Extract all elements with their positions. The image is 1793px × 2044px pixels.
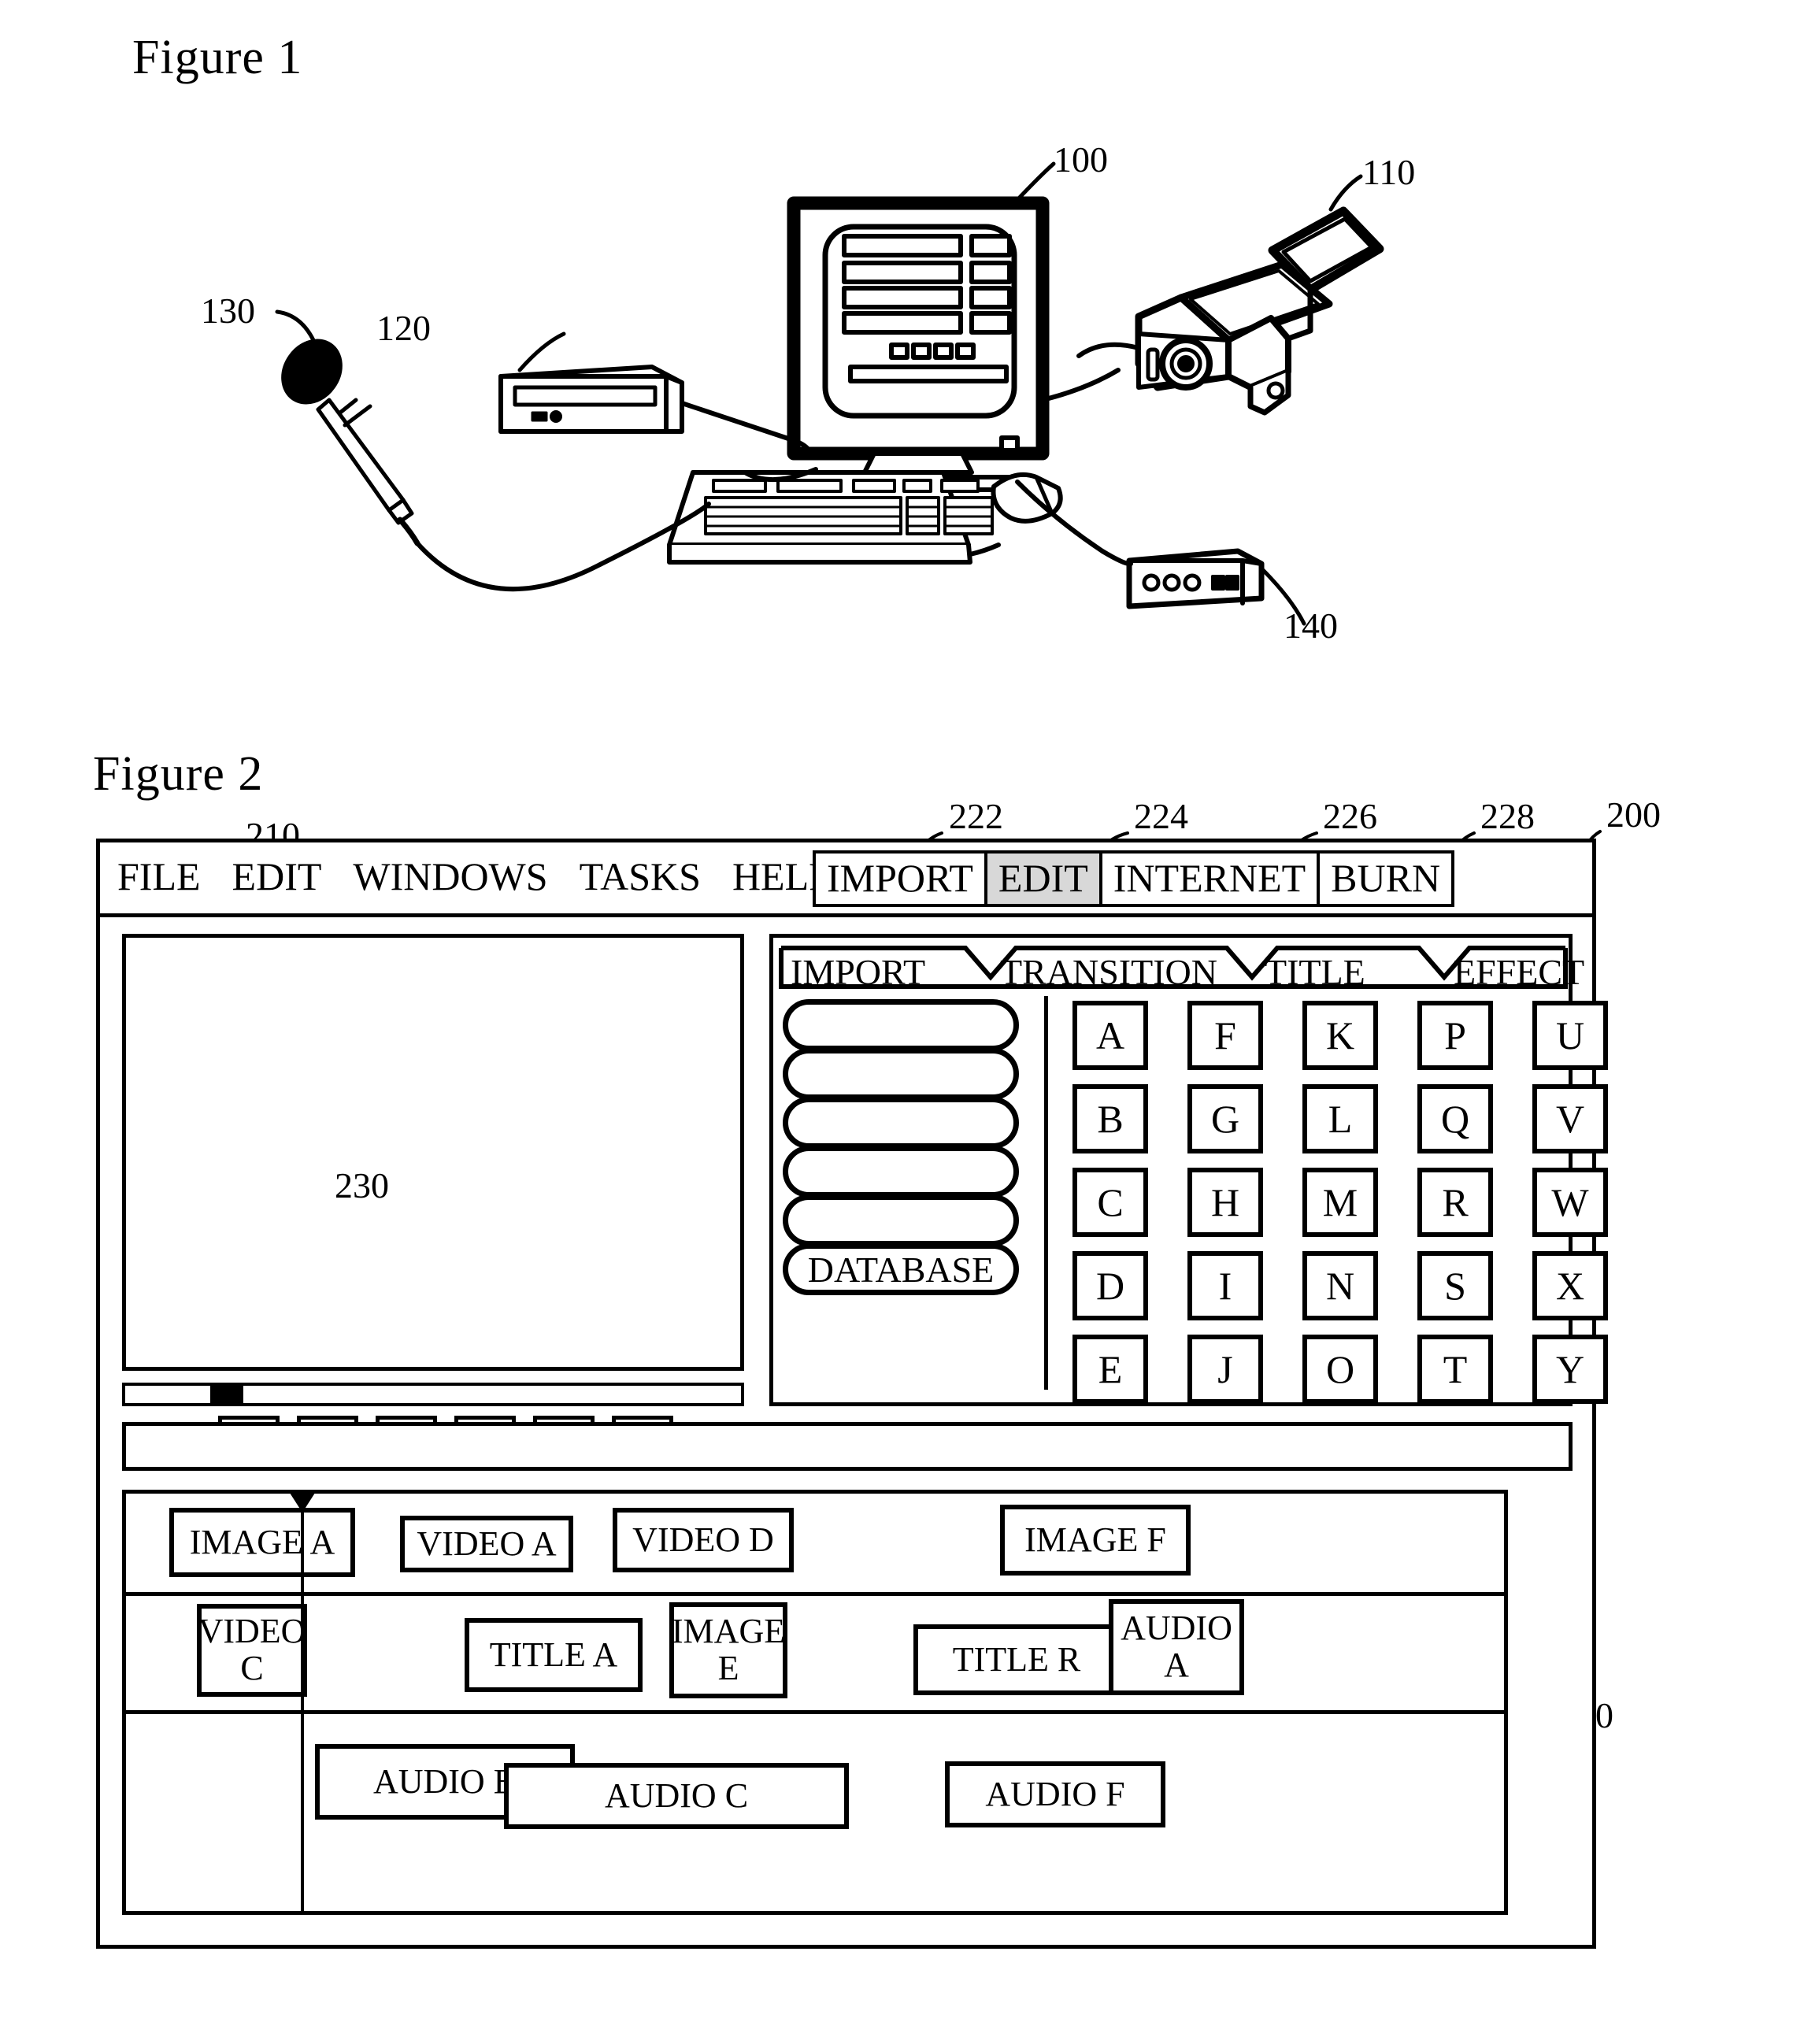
database-item-1[interactable] bbox=[783, 999, 1019, 1051]
database-item-4[interactable] bbox=[783, 1146, 1019, 1198]
grid-cell-o[interactable]: O bbox=[1302, 1335, 1378, 1404]
database-item-5[interactable] bbox=[783, 1194, 1019, 1246]
grid-cell-t[interactable]: T bbox=[1417, 1335, 1493, 1404]
grid-cell-w[interactable]: W bbox=[1532, 1168, 1608, 1237]
subtab-import[interactable]: IMPORT bbox=[791, 951, 925, 993]
timeline-clip[interactable]: AUDIO C bbox=[504, 1763, 849, 1829]
tab-burn[interactable]: BURN bbox=[1317, 850, 1455, 907]
database-item-2[interactable] bbox=[783, 1048, 1019, 1100]
browser-column-divider bbox=[1044, 996, 1048, 1390]
grid-cell-p[interactable]: P bbox=[1417, 1001, 1493, 1070]
timeline-clip[interactable]: AUDIO F bbox=[945, 1761, 1165, 1827]
media-subtab-bar: IMPORT TRANSITION TITLE EFFECT bbox=[779, 946, 1584, 993]
menu-bar-divider bbox=[100, 913, 1592, 917]
grid-cell-e[interactable]: E bbox=[1072, 1335, 1148, 1404]
grid-cell-g[interactable]: G bbox=[1187, 1084, 1263, 1153]
menu-bar: FILE EDIT WINDOWS TASKS HELP IMPORT EDIT… bbox=[100, 842, 1592, 913]
timeline-clip[interactable]: AUDIO A bbox=[1109, 1599, 1244, 1695]
grid-cell-m[interactable]: M bbox=[1302, 1168, 1378, 1237]
status-strip bbox=[122, 1422, 1573, 1471]
scrubber-thumb[interactable] bbox=[210, 1386, 243, 1403]
preview-monitor[interactable]: 230 bbox=[122, 934, 744, 1371]
media-thumbnail-grid: A F K P U B G L Q V C H M R W D I N S X … bbox=[1072, 1001, 1608, 1404]
timeline-clip[interactable]: VIDEO D bbox=[613, 1508, 794, 1572]
database-list: DATABASE bbox=[783, 999, 1019, 1295]
tab-edit[interactable]: EDIT bbox=[984, 850, 1099, 907]
subtab-effect[interactable]: EFFECT bbox=[1454, 951, 1584, 993]
scrubber-track[interactable] bbox=[122, 1383, 744, 1406]
database-item-database[interactable]: DATABASE bbox=[783, 1243, 1019, 1295]
grid-cell-x[interactable]: X bbox=[1532, 1251, 1608, 1320]
timeline-clip[interactable]: IMAGE F bbox=[1000, 1505, 1191, 1576]
grid-cell-j[interactable]: J bbox=[1187, 1335, 1263, 1404]
timeline-track-audio[interactable]: AUDIO B AUDIO C AUDIO F bbox=[126, 1714, 1504, 1911]
menu-item-file[interactable]: FILE bbox=[117, 854, 201, 899]
timeline-track-video[interactable]: IMAGE A VIDEO A VIDEO D IMAGE F bbox=[126, 1494, 1504, 1596]
grid-cell-k[interactable]: K bbox=[1302, 1001, 1378, 1070]
grid-cell-y[interactable]: Y bbox=[1532, 1335, 1608, 1404]
grid-cell-n[interactable]: N bbox=[1302, 1251, 1378, 1320]
grid-cell-r[interactable]: R bbox=[1417, 1168, 1493, 1237]
grid-cell-q[interactable]: Q bbox=[1417, 1084, 1493, 1153]
media-browser-panel: IMPORT TRANSITION TITLE EFFECT DATABASE … bbox=[769, 934, 1608, 1406]
tab-internet[interactable]: INTERNET bbox=[1098, 850, 1317, 907]
mode-tab-strip: IMPORT EDIT INTERNET BURN bbox=[813, 850, 1455, 907]
menu-item-tasks[interactable]: TASKS bbox=[580, 854, 701, 899]
playhead[interactable] bbox=[288, 1490, 317, 1911]
timeline-clip[interactable]: VIDEO A bbox=[400, 1516, 573, 1572]
grid-cell-b[interactable]: B bbox=[1072, 1084, 1148, 1153]
timeline-clip[interactable]: IMAGE E bbox=[669, 1602, 787, 1698]
timeline-panel: IMAGE A VIDEO A VIDEO D IMAGE F VIDEO C … bbox=[122, 1490, 1508, 1915]
playhead-marker-icon[interactable] bbox=[288, 1490, 317, 1513]
grid-cell-d[interactable]: D bbox=[1072, 1251, 1148, 1320]
timeline-track-overlay[interactable]: VIDEO C TITLE A IMAGE E TITLE R AUDIO A bbox=[126, 1596, 1504, 1714]
menu-item-edit[interactable]: EDIT bbox=[232, 854, 322, 899]
grid-cell-s[interactable]: S bbox=[1417, 1251, 1493, 1320]
timeline-clip[interactable]: TITLE R bbox=[913, 1624, 1120, 1695]
grid-cell-l[interactable]: L bbox=[1302, 1084, 1378, 1153]
grid-cell-u[interactable]: U bbox=[1532, 1001, 1608, 1070]
grid-cell-h[interactable]: H bbox=[1187, 1168, 1263, 1237]
timeline-clip[interactable]: VIDEO C bbox=[197, 1604, 307, 1697]
grid-cell-a[interactable]: A bbox=[1072, 1001, 1148, 1070]
timeline-clip[interactable]: IMAGE A bbox=[169, 1508, 355, 1577]
subtab-transition[interactable]: TRANSITION bbox=[1000, 951, 1217, 993]
preview-ref-label: 230 bbox=[335, 1165, 389, 1205]
menu-item-windows[interactable]: WINDOWS bbox=[353, 854, 547, 899]
timeline-clip[interactable]: TITLE A bbox=[465, 1618, 643, 1692]
subtab-title[interactable]: TITLE bbox=[1265, 951, 1365, 993]
grid-cell-v[interactable]: V bbox=[1532, 1084, 1608, 1153]
database-item-3[interactable] bbox=[783, 1097, 1019, 1149]
video-editor-window: FILE EDIT WINDOWS TASKS HELP IMPORT EDIT… bbox=[96, 839, 1608, 1949]
grid-cell-f[interactable]: F bbox=[1187, 1001, 1263, 1070]
grid-cell-c[interactable]: C bbox=[1072, 1168, 1148, 1237]
tab-import[interactable]: IMPORT bbox=[813, 850, 984, 907]
grid-cell-i[interactable]: I bbox=[1187, 1251, 1263, 1320]
menu-items: FILE EDIT WINDOWS TASKS HELP bbox=[117, 854, 831, 899]
